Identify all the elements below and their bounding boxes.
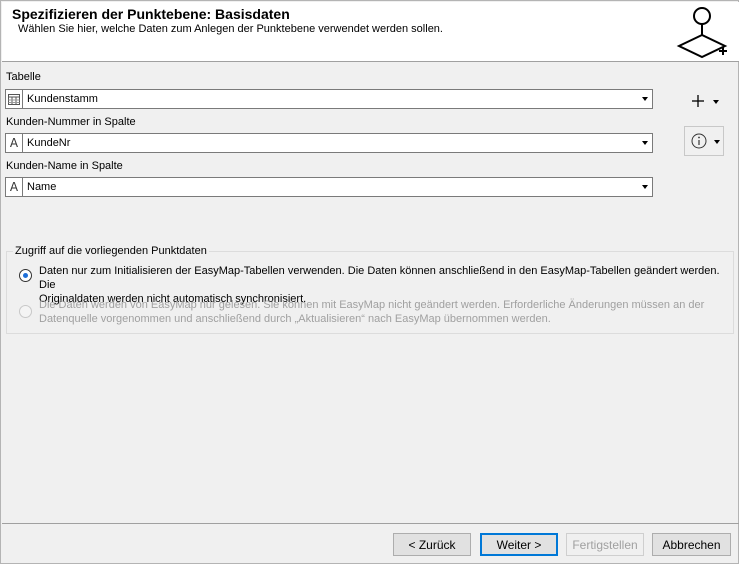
text-column-icon: A [6,178,23,196]
radio-initialize-only[interactable] [19,269,32,282]
access-group-title: Zugriff auf die vorliegenden Punktdaten [13,245,209,257]
page-title: Spezifizieren der Punktebene: Basisdaten [12,6,290,22]
footer-separator [2,523,739,524]
chevron-down-icon [713,100,719,104]
cancel-button[interactable]: Abbrechen [652,533,731,556]
add-button[interactable] [685,87,723,115]
next-button[interactable]: Weiter > [480,533,558,556]
option2-line2: Datenquelle vorgenommen und anschließend… [39,313,551,325]
option2-line1: Die Daten werden von EasyMap nur gelesen… [39,299,705,311]
plus-icon [692,95,704,107]
chevron-down-icon [642,97,648,101]
customer-number-value: KundeNr [27,137,71,149]
customer-name-value: Name [27,181,57,193]
customer-name-label: Kunden-Name in Spalte [6,160,123,172]
customer-number-label: Kunden-Nummer in Spalte [6,116,136,128]
wizard-header: Spezifizieren der Punktebene: Basisdaten… [2,2,739,62]
option1-line1: Daten nur zum Initialisieren der EasyMap… [39,265,720,291]
chevron-down-icon [642,141,648,145]
back-button[interactable]: < Zurück [393,533,471,556]
customer-name-combobox[interactable]: A Name [5,177,653,197]
info-button[interactable] [684,126,724,156]
chevron-down-icon [714,140,720,144]
info-icon [691,133,707,149]
customer-number-combobox[interactable]: A KundeNr [5,133,653,153]
page-subtitle: Wählen Sie hier, welche Daten zum Anlege… [18,23,443,35]
table-label: Tabelle [6,71,41,83]
table-value: Kundenstamm [27,93,98,105]
point-layer-add-icon [674,5,732,61]
table-icon [6,90,23,108]
finish-button[interactable]: Fertigstellen [566,533,644,556]
table-combobox[interactable]: Kundenstamm [5,89,653,109]
radio-read-only[interactable] [19,305,32,318]
text-column-icon: A [6,134,23,152]
radio-selected-dot [23,273,28,278]
radio-read-only-label: Die Daten werden von EasyMap nur gelesen… [39,298,729,326]
wizard-window: Spezifizieren der Punktebene: Basisdaten… [0,0,739,564]
chevron-down-icon [642,185,648,189]
